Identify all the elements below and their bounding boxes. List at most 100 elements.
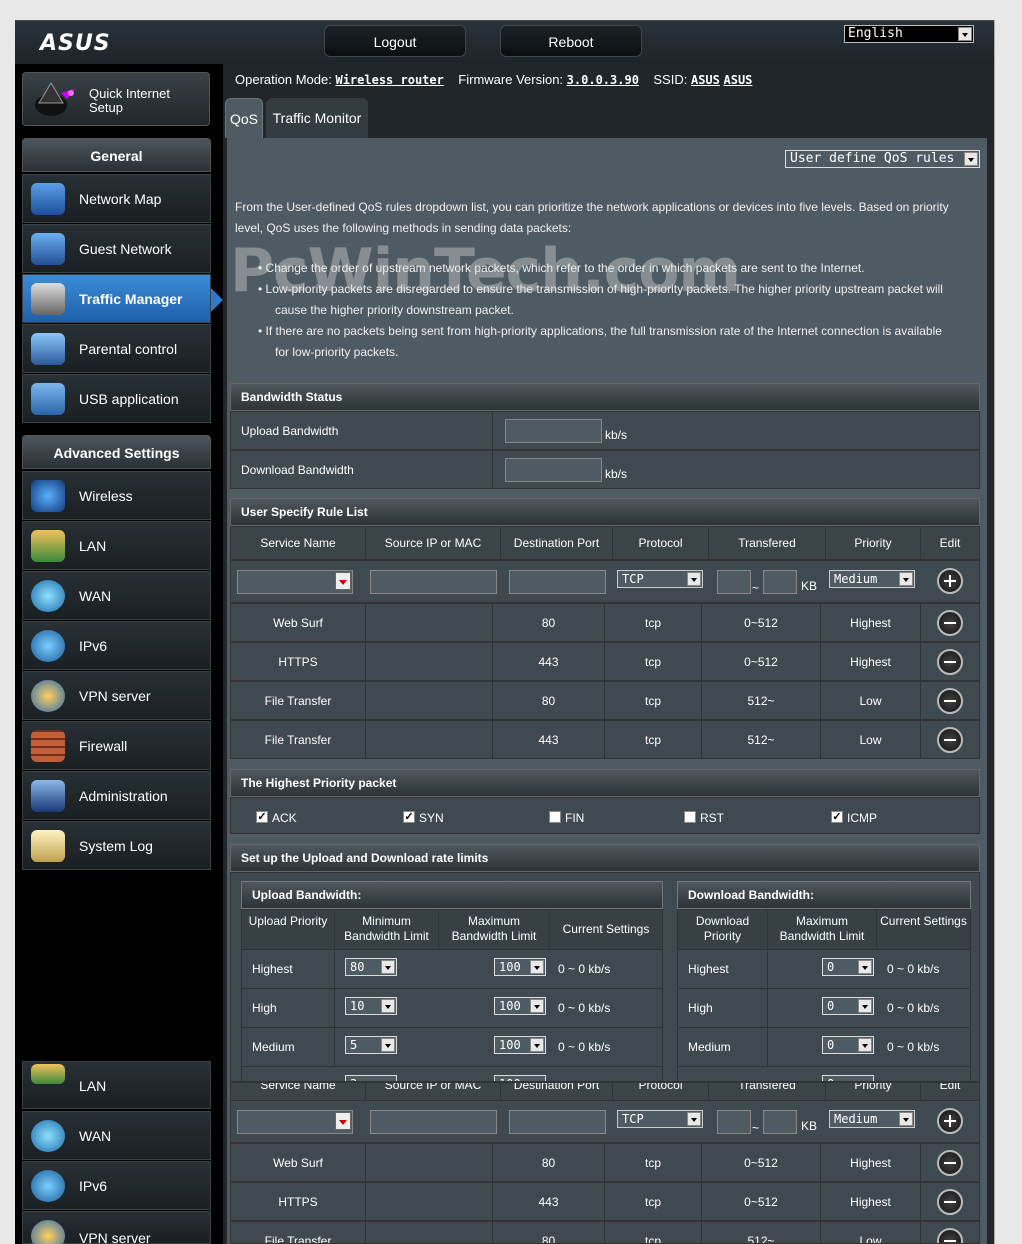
window-frame-top: [0, 0, 1022, 20]
remove-rule-icon[interactable]: [937, 649, 963, 675]
nav-traffic-manager[interactable]: Traffic Manager: [22, 274, 211, 323]
remove-rule-icon[interactable]: [937, 1150, 963, 1176]
nav-lan[interactable]: LAN: [22, 521, 211, 570]
syn-checkbox[interactable]: ✓: [403, 811, 415, 823]
down-max-select[interactable]: 0: [822, 958, 874, 976]
transfer-to-input[interactable]: [763, 1110, 797, 1134]
nav-usb-application[interactable]: USB application: [22, 374, 211, 423]
general-header: General: [22, 138, 211, 172]
priority-select[interactable]: Medium: [829, 1110, 915, 1128]
remove-rule-icon[interactable]: [937, 1189, 963, 1215]
down-max-select[interactable]: 0: [822, 997, 874, 1015]
remove-rule-icon[interactable]: [937, 688, 963, 714]
protocol-value: TCP: [622, 572, 644, 586]
up-max-select[interactable]: 100: [494, 1036, 546, 1054]
up-current: 0 ~ 0 kb/s: [558, 1001, 611, 1015]
nav-label: VPN server: [79, 688, 151, 704]
down-max-select[interactable]: 0: [822, 1075, 874, 1081]
remove-rule-icon[interactable]: [937, 610, 963, 636]
op-mode-link[interactable]: Wireless router: [335, 73, 443, 87]
syn-label: SYN: [419, 811, 444, 825]
rst-checkbox[interactable]: [684, 811, 696, 823]
firmware-link[interactable]: 3.0.0.3.90: [567, 73, 639, 87]
protocol-select[interactable]: TCP: [617, 1110, 703, 1128]
nav-wan[interactable]: WAN: [22, 571, 211, 620]
col-edit: Edit: [939, 536, 961, 550]
add-rule-icon[interactable]: [937, 1108, 963, 1134]
intro-text: From the User-defined QoS rules dropdown…: [235, 197, 975, 239]
nav-system-log[interactable]: System Log: [22, 821, 211, 870]
protocol-value: TCP: [622, 1112, 644, 1126]
logout-button[interactable]: Logout: [324, 25, 466, 57]
remove-rule-icon[interactable]: [937, 1228, 963, 1243]
upload-bandwidth-input[interactable]: [505, 419, 602, 443]
nav-label: Guest Network: [79, 241, 172, 257]
nav-ipv6-repeat[interactable]: IPv6: [22, 1161, 211, 1210]
up-max-select[interactable]: 100: [494, 1075, 546, 1081]
nav-guest-network[interactable]: Guest Network: [22, 224, 211, 273]
up-min-select[interactable]: 10: [345, 997, 397, 1015]
nav-label: Administration: [79, 788, 168, 804]
nav-vpn-server[interactable]: VPN server: [22, 671, 211, 720]
up-min-select[interactable]: 5: [345, 1036, 397, 1054]
icmp-checkbox[interactable]: ✓: [831, 811, 843, 823]
intro-line-1: From the User-defined QoS rules dropdown…: [235, 200, 949, 214]
nav-wan-repeat[interactable]: WAN: [22, 1111, 211, 1160]
nav-ipv6[interactable]: IPv6: [22, 621, 211, 670]
tab-qos[interactable]: QoS: [225, 98, 263, 138]
nav-administration[interactable]: Administration: [22, 771, 211, 820]
nav-wireless[interactable]: Wireless: [22, 471, 211, 520]
service-name-select[interactable]: [237, 1110, 353, 1134]
dest-port-input[interactable]: [509, 1110, 606, 1134]
col-service-name: Service Name: [231, 1083, 366, 1101]
col-protocol: Protocol: [613, 527, 709, 559]
fin-checkbox[interactable]: [549, 811, 561, 823]
add-rule-icon[interactable]: [937, 568, 963, 594]
source-ip-input[interactable]: [370, 570, 497, 594]
transfer-from-input[interactable]: [717, 1110, 751, 1134]
transfer-from-input[interactable]: [717, 570, 751, 594]
nav-network-map[interactable]: Network Map: [22, 174, 211, 223]
lan-icon: [31, 1064, 65, 1084]
download-bandwidth-input[interactable]: [505, 458, 602, 482]
up-max-value: 100: [499, 1077, 521, 1081]
dest-port-input[interactable]: [509, 570, 606, 594]
nav-parental-control[interactable]: Parental control: [22, 324, 211, 373]
chevron-down-icon: [687, 572, 701, 586]
lan-icon: [31, 530, 65, 562]
download-bandwidth-row: Download Bandwidth kb/s: [230, 450, 980, 489]
up-min-select[interactable]: 80: [345, 958, 397, 976]
protocol-select[interactable]: TCP: [617, 570, 703, 588]
rule-table-header: Service Name Source IP or MAC Destinatio…: [230, 526, 980, 560]
rule-source: [366, 1222, 493, 1243]
chevron-down-icon: [858, 1038, 872, 1052]
language-select[interactable]: English: [844, 25, 974, 43]
transfer-to-input[interactable]: [763, 570, 797, 594]
up-min-select[interactable]: 3: [345, 1075, 397, 1081]
qos-mode-select[interactable]: User define QoS rules: [785, 150, 980, 168]
rule-port: 443: [493, 643, 605, 680]
rule-source: [366, 682, 493, 719]
quick-internet-setup-button[interactable]: Quick Internet Setup: [22, 72, 210, 126]
ack-checkbox[interactable]: ✓: [256, 811, 268, 823]
nav-firewall[interactable]: Firewall: [22, 721, 211, 770]
priority-select[interactable]: Medium: [829, 570, 915, 588]
chevron-down-icon: [335, 572, 351, 590]
col-priority: Priority: [826, 527, 921, 559]
service-name-select[interactable]: [237, 570, 353, 594]
icmp-label: ICMP: [847, 811, 877, 825]
ssid-2g-link[interactable]: ASUS: [691, 73, 720, 87]
source-ip-input[interactable]: [370, 1110, 497, 1134]
up-max-select[interactable]: 100: [494, 958, 546, 976]
reboot-button[interactable]: Reboot: [500, 25, 642, 57]
nav-vpn-server-repeat[interactable]: VPN server: [22, 1211, 211, 1244]
up-max-select[interactable]: 100: [494, 997, 546, 1015]
rule-service: HTTPS: [231, 643, 366, 680]
ssid-5g-link[interactable]: ASUS: [724, 73, 753, 87]
tab-traffic-monitor[interactable]: Traffic Monitor: [266, 98, 368, 138]
nav-label: LAN: [79, 1078, 107, 1094]
down-max-select[interactable]: 0: [822, 1036, 874, 1054]
transfer-unit: KB: [801, 1119, 818, 1133]
nav-lan-repeat[interactable]: LAN: [22, 1061, 211, 1109]
remove-rule-icon[interactable]: [937, 727, 963, 753]
